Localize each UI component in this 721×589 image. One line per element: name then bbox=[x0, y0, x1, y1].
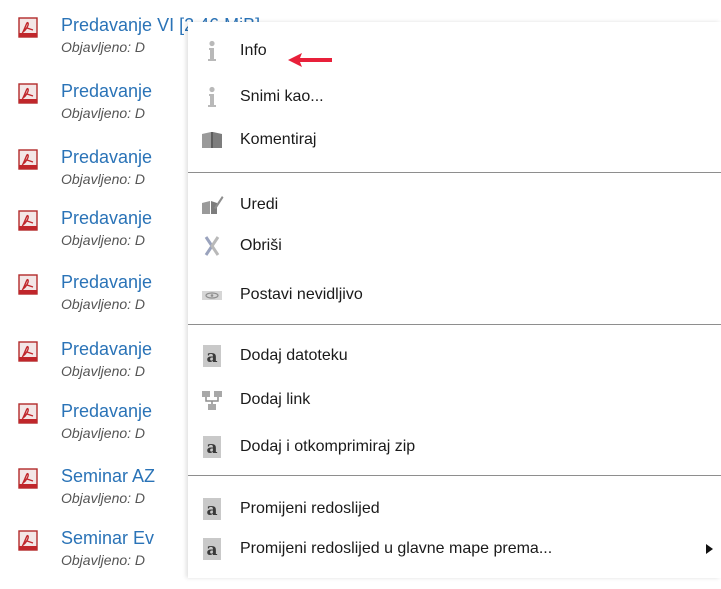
file-a-icon: a bbox=[203, 436, 221, 458]
file-title-link[interactable]: Predavanje bbox=[61, 207, 152, 229]
svg-text:a: a bbox=[206, 347, 217, 367]
menu-item-label: Promijeni redoslijed u glavne mape prema… bbox=[240, 540, 553, 557]
pdf-file-icon[interactable] bbox=[18, 341, 38, 362]
file-title-link[interactable]: Predavanje bbox=[61, 80, 152, 102]
edit-book-icon bbox=[202, 196, 224, 214]
pdf-file-icon[interactable] bbox=[18, 468, 38, 489]
menu-item-add-file[interactable]: a Dodaj datoteku bbox=[188, 336, 721, 376]
menu-item-info[interactable]: Info bbox=[188, 31, 721, 71]
menu-item-label: Postavi nevidljivo bbox=[240, 286, 363, 303]
menu-item-delete[interactable]: Obriši bbox=[188, 226, 721, 266]
pdf-file-icon[interactable] bbox=[18, 17, 38, 38]
pdf-file-icon[interactable] bbox=[18, 83, 38, 104]
file-published-date: Objavljeno: D bbox=[61, 552, 146, 568]
file-published-date: Objavljeno: D bbox=[61, 171, 146, 187]
menu-item-label: Promijeni redoslijed bbox=[240, 500, 380, 517]
info-icon bbox=[208, 86, 216, 107]
file-a-icon: a bbox=[203, 538, 221, 560]
pdf-file-icon[interactable] bbox=[18, 530, 38, 551]
menu-item-set-invisible[interactable]: Postavi nevidljivo bbox=[188, 275, 721, 315]
menu-item-save-as[interactable]: Snimi kao... bbox=[188, 77, 721, 117]
menu-separator bbox=[188, 475, 721, 476]
svg-text:a: a bbox=[206, 540, 217, 560]
red-pointer-arrow-icon bbox=[288, 53, 332, 67]
file-published-date: Objavljeno: D bbox=[61, 232, 146, 248]
pdf-file-icon[interactable] bbox=[18, 149, 38, 170]
file-title-link[interactable]: Predavanje bbox=[61, 400, 152, 422]
delete-icon bbox=[204, 236, 220, 256]
file-a-icon: a bbox=[203, 498, 221, 520]
submenu-arrow-icon bbox=[706, 544, 713, 554]
file-title-link[interactable]: Predavanje bbox=[61, 338, 152, 360]
file-published-date: Objavljeno: D bbox=[61, 105, 146, 121]
file-published-date: Objavljeno: D bbox=[61, 425, 146, 441]
menu-item-change-order-main-folders[interactable]: a Promijeni redoslijed u glavne mape pre… bbox=[188, 529, 721, 569]
menu-separator bbox=[188, 172, 721, 173]
menu-item-label: Komentiraj bbox=[240, 131, 317, 148]
network-link-icon bbox=[202, 391, 222, 410]
menu-item-add-link[interactable]: Dodaj link bbox=[188, 380, 721, 420]
menu-item-label: Uredi bbox=[240, 196, 279, 213]
pdf-file-icon[interactable] bbox=[18, 274, 38, 295]
file-a-icon: a bbox=[203, 345, 221, 367]
menu-item-label: Dodaj link bbox=[240, 391, 311, 408]
menu-separator bbox=[188, 324, 721, 325]
svg-text:a: a bbox=[206, 438, 217, 458]
menu-item-change-order[interactable]: a Promijeni redoslijed bbox=[188, 489, 721, 529]
context-menu: Info Snimi kao... Komentiraj Uredi Obriš… bbox=[188, 22, 721, 578]
file-published-date: Objavljeno: D bbox=[61, 490, 146, 506]
pdf-file-icon[interactable] bbox=[18, 210, 38, 231]
menu-item-comment[interactable]: Komentiraj bbox=[188, 120, 721, 160]
file-title-link[interactable]: Predavanje bbox=[61, 146, 152, 168]
hidden-eye-icon bbox=[202, 291, 222, 300]
open-book-icon bbox=[202, 132, 222, 148]
menu-item-label: Obriši bbox=[240, 237, 282, 254]
menu-item-edit[interactable]: Uredi bbox=[188, 185, 721, 225]
file-title-link[interactable]: Seminar AZ bbox=[61, 465, 155, 487]
menu-item-label: Info bbox=[240, 42, 267, 59]
file-title-link[interactable]: Seminar Ev bbox=[61, 527, 154, 549]
file-published-date: Objavljeno: D bbox=[61, 363, 146, 379]
pdf-file-icon[interactable] bbox=[18, 403, 38, 424]
file-published-date: Objavljeno: D bbox=[61, 39, 146, 55]
menu-item-label: Dodaj datoteku bbox=[240, 347, 348, 364]
file-published-date: Objavljeno: D bbox=[61, 296, 146, 312]
svg-text:a: a bbox=[206, 500, 217, 520]
info-icon bbox=[208, 40, 216, 61]
menu-item-add-unzip[interactable]: a Dodaj i otkomprimiraj zip bbox=[188, 427, 721, 467]
file-title-link[interactable]: Predavanje bbox=[61, 271, 152, 293]
menu-item-label: Dodaj i otkomprimiraj zip bbox=[240, 438, 416, 455]
menu-item-label: Snimi kao... bbox=[240, 88, 324, 105]
